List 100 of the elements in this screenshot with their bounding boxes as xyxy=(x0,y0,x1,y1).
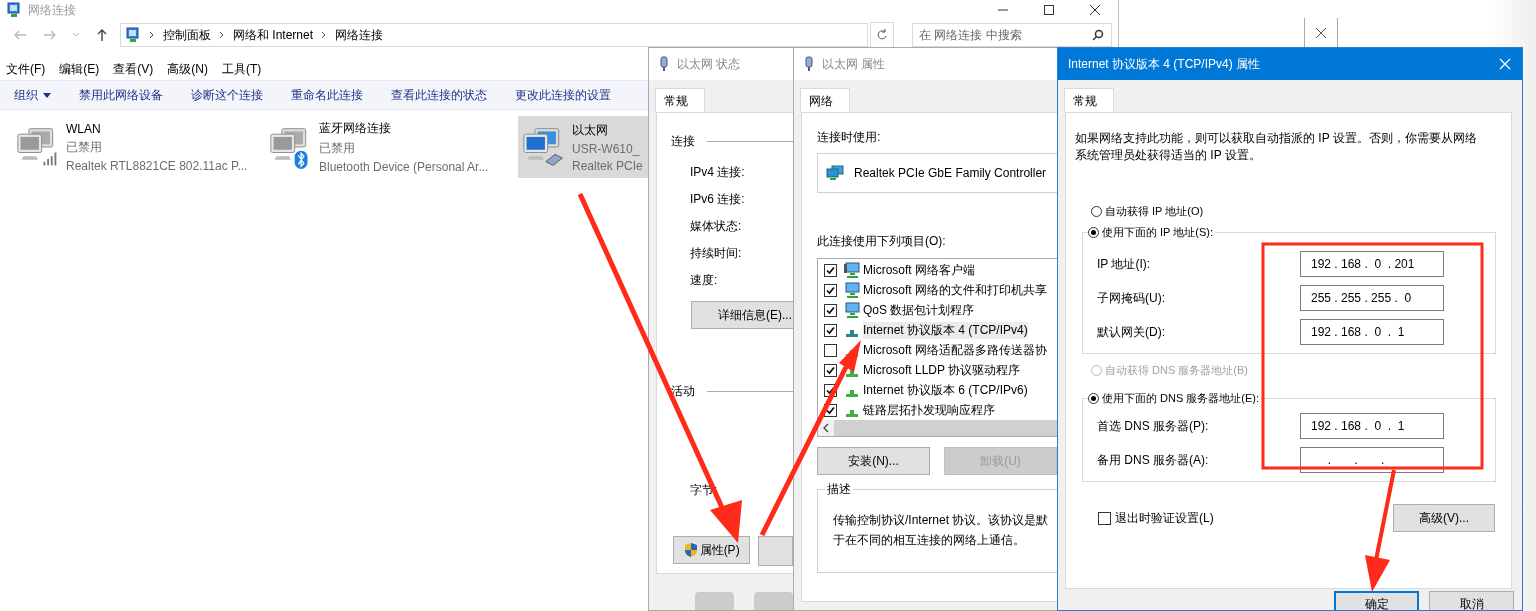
list-item-label: QoS 数据包计划程序 xyxy=(863,301,975,319)
checkbox-option[interactable]: 退出时验证设置(L) xyxy=(1098,509,1214,527)
radio-option[interactable]: 自动获得 IP 地址(O) xyxy=(1091,204,1206,219)
list-item-label: Microsoft 网络客户端 xyxy=(863,261,975,279)
plug-icon xyxy=(659,56,669,72)
close-icon xyxy=(1089,4,1101,16)
connection-name: WLAN xyxy=(66,121,102,136)
checkbox[interactable] xyxy=(824,323,837,337)
scroll-left-icon xyxy=(822,423,830,433)
list-item[interactable]: Microsoft LLDP 协议驱动程序 xyxy=(818,360,1057,380)
field-label: 默认网关(D): xyxy=(1097,323,1166,341)
list-item-label: 链路层拓扑发现响应程序 xyxy=(863,401,995,419)
menu-item[interactable]: 工具(T) xyxy=(222,60,262,78)
refresh-icon xyxy=(876,29,888,41)
list-item[interactable]: Microsoft 网络客户端 xyxy=(818,260,1057,280)
advanced-button[interactable]: 高级(V)... xyxy=(1393,504,1495,532)
connection-item[interactable]: 以太网 USR-W610_ Realtek PCIe xyxy=(518,116,648,178)
section-label: 连接时使用: xyxy=(817,129,882,146)
protocol-icon xyxy=(846,409,858,417)
menu-item[interactable]: 查看(V) xyxy=(113,60,154,78)
shield-icon xyxy=(683,542,698,558)
dialog-title: 以太网 属性 xyxy=(822,55,886,73)
maximize-icon xyxy=(1043,4,1055,16)
address-bar[interactable]: 控制面板 网络和 Internet 网络连接 xyxy=(120,23,868,47)
monitor-icon xyxy=(844,262,860,278)
properties-button[interactable]: 属性(P) xyxy=(673,536,751,564)
field-label: 首选 DNS 服务器(P): xyxy=(1097,417,1210,435)
checkbox[interactable] xyxy=(824,283,837,297)
description-text: 于在不同的相互连接的网络上通信。 xyxy=(833,532,1026,549)
scrollbar[interactable] xyxy=(818,420,1057,436)
protocol-icon xyxy=(846,329,858,337)
ethernet-computer-icon xyxy=(522,125,566,169)
network-folder-icon xyxy=(125,27,141,43)
dialog-title: Internet 协议版本 4 (TCP/IPv4) 属性 xyxy=(1068,55,1261,73)
toolbar-command[interactable]: 诊断这个连接 xyxy=(191,86,263,104)
toolbar-command[interactable]: 查看此连接的状态 xyxy=(391,86,487,104)
field-label: 持续时间: xyxy=(690,245,743,262)
group-label: 描述 xyxy=(825,481,853,498)
checkbox[interactable] xyxy=(824,363,837,377)
list-item[interactable]: Internet 协议版本 4 (TCP/IPv4) xyxy=(818,320,1057,340)
caret-icon xyxy=(43,92,51,98)
cancel-button[interactable]: 取消 xyxy=(1429,591,1514,610)
connection-name: 蓝牙网络连接 xyxy=(319,120,392,137)
organize-menu[interactable]: 组织 xyxy=(14,86,51,104)
install-button[interactable]: 安装(N)... xyxy=(817,447,930,475)
ip-address-field[interactable]: 192 . 168 . 0 . 1 xyxy=(1300,413,1444,439)
list-item-label: Microsoft 网络适配器多路传送器协 xyxy=(863,341,1047,359)
field-label: 备用 DNS 服务器(A): xyxy=(1097,451,1210,469)
chevron-icon xyxy=(219,31,225,39)
list-item[interactable]: QoS 数据包计划程序 xyxy=(818,300,1057,320)
connection-status: USR-W610_ xyxy=(572,141,641,156)
search-field[interactable]: 在 网络连接 中搜索 xyxy=(912,23,1112,47)
breadcrumb-item[interactable]: 控制面板 xyxy=(163,26,211,44)
list-item-label: Internet 协议版本 6 (TCP/IPv6) xyxy=(863,381,1028,399)
monitor-icon xyxy=(844,282,860,298)
field-label: IPv4 连接: xyxy=(690,164,746,181)
intro-text: 如果网络支持此功能，则可以获取自动指派的 IP 设置。否则，你需要从网络系统管理员处获得适当的 IP 设置。 xyxy=(1075,130,1478,164)
toolbar-command[interactable]: 禁用此网络设备 xyxy=(79,86,163,104)
field-label: IPv6 连接: xyxy=(690,191,746,208)
toolbar-command[interactable]: 重命名此连接 xyxy=(291,86,363,104)
tab[interactable]: 常规 xyxy=(655,88,705,112)
adapter-name: Realtek RTL8821CE 802.11ac P... xyxy=(66,158,248,173)
close-icon xyxy=(1499,58,1511,70)
ip-address-field[interactable]: 192 . 168 . 0 . 1 xyxy=(1300,319,1444,345)
list-item[interactable]: Internet 协议版本 6 (TCP/IPv6) xyxy=(818,380,1057,400)
adapter-name: Bluetooth Device (Personal Ar... xyxy=(319,160,489,174)
checkbox[interactable] xyxy=(824,343,837,357)
ip-address-field[interactable]: 192 . 168 . 0 . 201 xyxy=(1300,251,1444,277)
field-label: 子网掩码(U): xyxy=(1097,289,1166,307)
breadcrumb-item[interactable]: 网络和 Internet xyxy=(233,26,314,44)
connection-status: 已禁用 xyxy=(319,140,356,157)
list-item[interactable]: 链路层拓扑发现响应程序 xyxy=(818,400,1057,420)
radio-option[interactable]: 使用下面的 DNS 服务器地址(E): xyxy=(1088,391,1262,406)
list-item-label: Microsoft LLDP 协议驱动程序 xyxy=(863,361,1021,379)
list-item-label: Internet 协议版本 4 (TCP/IPv4) xyxy=(863,321,1028,339)
ok-button[interactable]: 确定 xyxy=(1334,591,1419,610)
breadcrumb-item[interactable]: 网络连接 xyxy=(335,26,384,44)
field-label: IP 地址(I): xyxy=(1097,255,1152,273)
menu-item[interactable]: 编辑(E) xyxy=(59,60,100,78)
menu-item[interactable]: 高级(N) xyxy=(167,60,208,78)
radio-option[interactable]: 使用下面的 IP 地址(S): xyxy=(1088,225,1216,240)
tab[interactable]: 常规 xyxy=(1064,88,1114,112)
list-item-label: Microsoft 网络的文件和打印机共享 xyxy=(863,281,1047,299)
menu-item[interactable]: 文件(F) xyxy=(6,60,46,78)
toolbar-command[interactable]: 更改此连接的设置 xyxy=(515,86,611,104)
ip-address-field[interactable]: 255 . 255 . 255 . 0 xyxy=(1300,285,1444,311)
checkbox[interactable] xyxy=(1098,511,1111,525)
protocol-icon xyxy=(846,369,858,377)
connection-item[interactable]: WLAN 已禁用 Realtek RTL8821CE 802.11ac P... xyxy=(12,116,265,178)
list-item[interactable]: Microsoft 网络的文件和打印机共享 xyxy=(818,280,1057,300)
network-adapter-icon xyxy=(826,165,844,181)
chevron-icon xyxy=(321,31,328,39)
connection-name: 以太网 xyxy=(572,121,609,139)
description-text: 传输控制协议/Internet 协议。该协议是默 xyxy=(833,512,1050,529)
details-button[interactable]: 详细信息(E)... xyxy=(691,301,793,329)
tab[interactable]: 网络 xyxy=(800,88,850,112)
checkbox[interactable] xyxy=(824,303,837,317)
connection-item[interactable]: 蓝牙网络连接 已禁用 Bluetooth Device (Personal Ar... xyxy=(265,116,518,178)
connection-status: 已禁用 xyxy=(66,138,103,156)
checkbox[interactable] xyxy=(824,263,837,277)
